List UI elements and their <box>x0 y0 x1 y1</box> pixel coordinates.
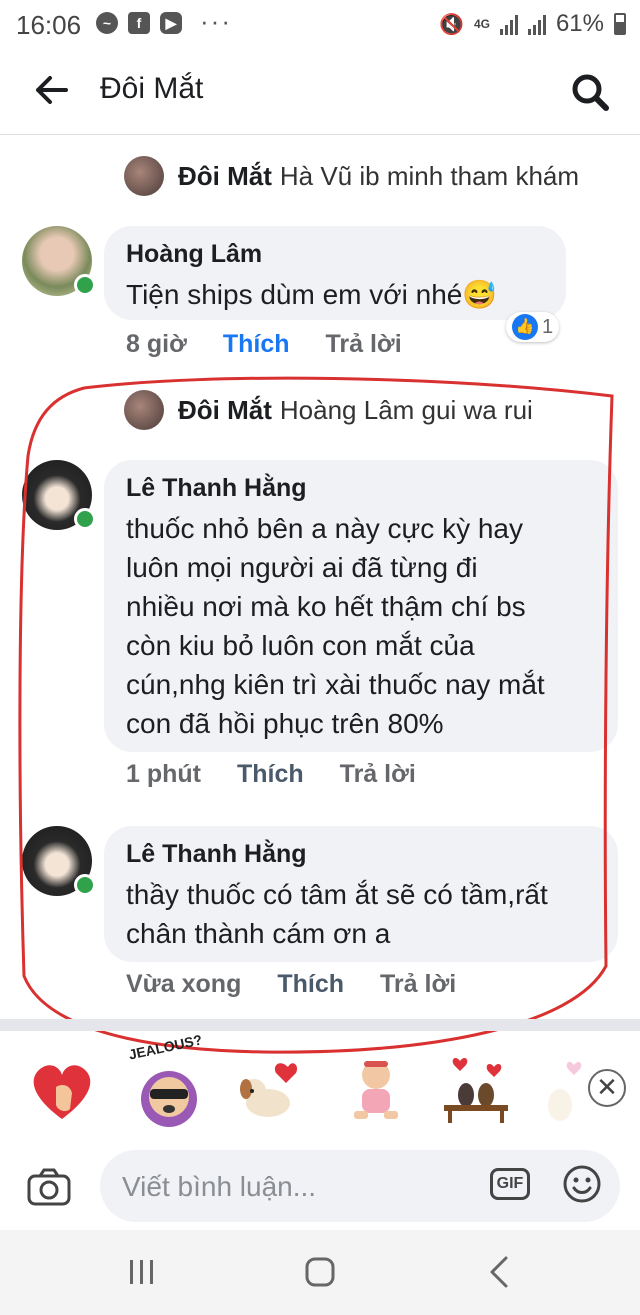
reaction-number: 1 <box>542 315 554 338</box>
status-time: 16:06 <box>16 10 82 40</box>
comment-time[interactable]: Vừa xong <box>126 970 241 999</box>
comment-input[interactable] <box>120 1150 484 1224</box>
comment-line: thuốc nhỏ bên a này cực kỳ hay <box>126 513 523 544</box>
search-icon[interactable] <box>570 72 610 112</box>
reply-text: Hoàng Lâm gui wa rui <box>279 394 533 425</box>
battery-icon <box>614 13 626 35</box>
status-bar: 16:06 ~ f ▶ ··· 🔇 4G 61% <box>0 0 640 48</box>
messenger-icon: ~ <box>96 12 118 34</box>
like-reaction-icon: 👍 <box>512 314 538 340</box>
notification-icons: ~ f ▶ <box>96 12 182 34</box>
comment-thread: Đôi Mắt Hà Vũ ib minh tham khám Hoàng Lâ… <box>0 134 640 1019</box>
comment: Lê Thanh Hằng thầy thuốc có tâm ắt sẽ có… <box>0 826 640 1006</box>
comment-input-wrapper: GIF <box>100 1150 620 1224</box>
heart-hand-sticker[interactable] <box>22 1049 102 1129</box>
comment-actions: Vừa xong Thích Trả lời <box>126 970 456 999</box>
header: Đôi Mắt <box>0 48 640 135</box>
baby-sticker[interactable] <box>336 1049 416 1129</box>
comment-text: thuốc nhỏ bên a này cực kỳ hay luôn mọi … <box>126 509 596 743</box>
comment-author[interactable]: Lê Thanh Hằng <box>126 840 596 869</box>
comment-line: chân thành cám ơn a <box>126 918 391 949</box>
home-icon[interactable] <box>298 1252 342 1292</box>
network-type: 4G <box>473 17 490 31</box>
like-button[interactable]: Thích <box>277 970 344 999</box>
online-indicator <box>74 274 96 296</box>
reply-preview[interactable]: Đôi Mắt Hà Vũ ib minh tham khám <box>124 156 579 196</box>
mute-icon: 🔇 <box>439 13 464 36</box>
comment: Lê Thanh Hằng thuốc nhỏ bên a này cực kỳ… <box>0 460 640 800</box>
avatar <box>124 156 164 196</box>
comment-line: luôn mọi người ai đã từng đi <box>126 552 478 583</box>
comment-author[interactable]: Lê Thanh Hằng <box>126 474 596 503</box>
back-arrow-icon[interactable] <box>32 72 72 108</box>
camera-icon[interactable] <box>26 1166 72 1208</box>
reply-button[interactable]: Trả lời <box>380 970 456 999</box>
online-indicator <box>74 874 96 896</box>
comment-line: thầy thuốc có tâm ắt sẽ có tầm,rất <box>126 879 548 910</box>
divider <box>0 1019 640 1031</box>
page-title: Đôi Mắt <box>100 72 204 105</box>
jealous-dog-sticker[interactable]: JEALOUS? <box>124 1031 214 1129</box>
like-button[interactable]: Thích <box>223 330 290 359</box>
comment-text: thầy thuốc có tâm ắt sẽ có tầm,rất chân … <box>126 875 596 953</box>
signal-icon-2 <box>527 13 546 35</box>
back-icon[interactable] <box>478 1252 522 1292</box>
reply-button[interactable]: Trả lời <box>340 760 416 789</box>
comment-actions: 8 giờ Thích Trả lời <box>126 330 402 359</box>
reply-button[interactable]: Trả lời <box>326 330 402 359</box>
reaction-count[interactable]: 👍 1 <box>506 312 560 342</box>
bench-couple-sticker[interactable] <box>436 1049 516 1129</box>
recent-apps-icon[interactable] <box>120 1252 164 1292</box>
comment-line: còn kiu bỏ luôn con mắt của <box>126 630 475 661</box>
comment-bubble[interactable]: Lê Thanh Hằng thuốc nhỏ bên a này cực kỳ… <box>104 460 618 752</box>
puppy-heart-sticker[interactable] <box>228 1049 308 1129</box>
online-indicator <box>74 508 96 530</box>
comment-actions: 1 phút Thích Trả lời <box>126 760 416 789</box>
comment-bubble[interactable]: Hoàng Lâm Tiện ships dùm em với nhé😅 <box>104 226 566 320</box>
comment-line: cún,nhg kiên trì xài thuốc nay mắt <box>126 669 545 700</box>
comment-time[interactable]: 1 phút <box>126 760 201 789</box>
facebook-icon: f <box>128 12 150 34</box>
comment-time[interactable]: 8 giờ <box>126 330 187 359</box>
comment-line: nhiều nơi mà ko hết thậm chí bs <box>126 591 526 622</box>
avatar <box>124 390 164 430</box>
like-button[interactable]: Thích <box>237 760 304 789</box>
system-navigation-bar <box>0 1230 640 1315</box>
comment-line: con đã hồi phục trên 80% <box>126 708 444 739</box>
reply-text: Hà Vũ ib minh tham khám <box>279 160 580 191</box>
battery-percent: 61% <box>555 10 604 37</box>
more-notifications-icon: ··· <box>200 6 232 36</box>
status-right: 🔇 4G 61% <box>439 10 626 38</box>
close-stickers-icon[interactable]: ✕ <box>588 1069 626 1107</box>
reply-author: Đôi Mắt <box>178 160 272 191</box>
comment: Hoàng Lâm Tiện ships dùm em với nhé😅 👍 1… <box>0 226 640 366</box>
signal-icon <box>499 13 518 35</box>
reply-author: Đôi Mắt <box>178 394 272 425</box>
youtube-icon: ▶ <box>160 12 182 34</box>
sticker-suggestions: JEALOUS? ✕ <box>0 1031 640 1146</box>
comment-author[interactable]: Hoàng Lâm <box>126 240 544 269</box>
comment-bubble[interactable]: Lê Thanh Hằng thầy thuốc có tâm ắt sẽ có… <box>104 826 618 962</box>
comment-text: Tiện ships dùm em với nhé😅 <box>126 279 498 310</box>
comment-composer: GIF <box>0 1146 640 1230</box>
reply-preview[interactable]: Đôi Mắt Hoàng Lâm gui wa rui <box>124 390 533 430</box>
gif-button[interactable]: GIF <box>490 1168 530 1200</box>
emoji-icon[interactable] <box>562 1164 602 1204</box>
